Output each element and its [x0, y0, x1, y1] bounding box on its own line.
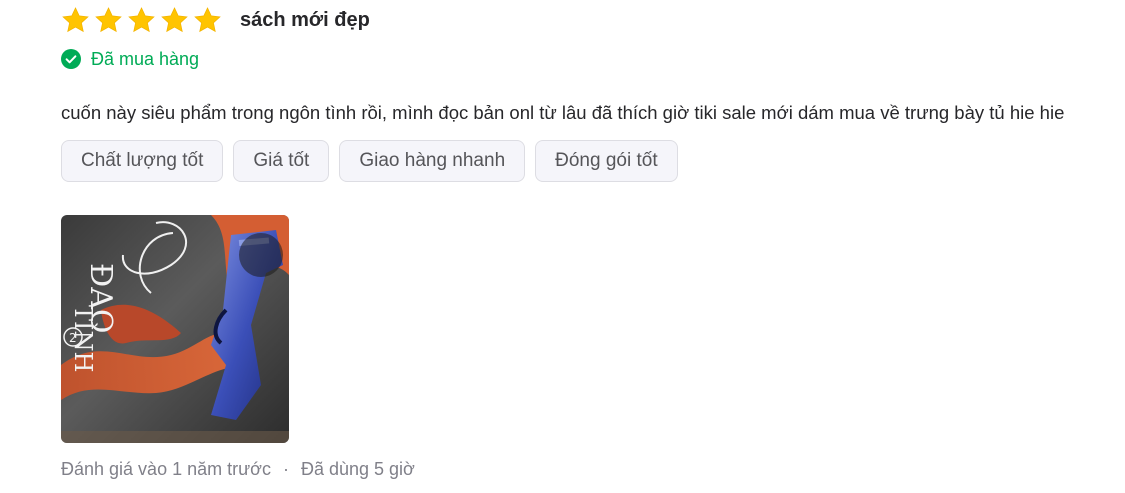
tag-chip[interactable]: Giá tốt: [233, 140, 330, 182]
star-icon: [128, 6, 155, 32]
star-icon: [161, 6, 188, 32]
star-rating: [61, 6, 222, 35]
check-circle-icon: [61, 49, 81, 69]
verified-purchase-badge: Đã mua hàng: [61, 47, 199, 71]
review-content: cuốn này siêu phẩm trong ngôn tình rồi, …: [61, 102, 1065, 123]
book-cover-image: ĐAO TÌNH 2: [61, 215, 289, 443]
star-icon: [95, 6, 122, 32]
tag-chip[interactable]: Đóng gói tốt: [535, 140, 678, 182]
rating-row: sách mới đẹp: [61, 4, 370, 36]
tag-chip[interactable]: Giao hàng nhanh: [339, 140, 526, 182]
review-tags: Chất lượng tốt Giá tốt Giao hàng nhanh Đ…: [61, 140, 678, 182]
usage-duration: Đã dùng 5 giờ: [300, 459, 415, 479]
tag-chip[interactable]: Chất lượng tốt: [61, 140, 224, 182]
review-photo-thumbnail[interactable]: ĐAO TÌNH 2: [61, 215, 289, 443]
meta-separator: ·: [282, 459, 289, 479]
star-icon: [62, 6, 89, 32]
review-meta: Đánh giá vào 1 năm trước · Đã dùng 5 giờ: [61, 459, 415, 480]
svg-text:2: 2: [69, 331, 77, 345]
verified-label: Đã mua hàng: [91, 48, 200, 69]
star-icon: [194, 6, 221, 32]
review-date: Đánh giá vào 1 năm trước: [61, 459, 271, 479]
review-title: sách mới đẹp: [240, 8, 370, 31]
